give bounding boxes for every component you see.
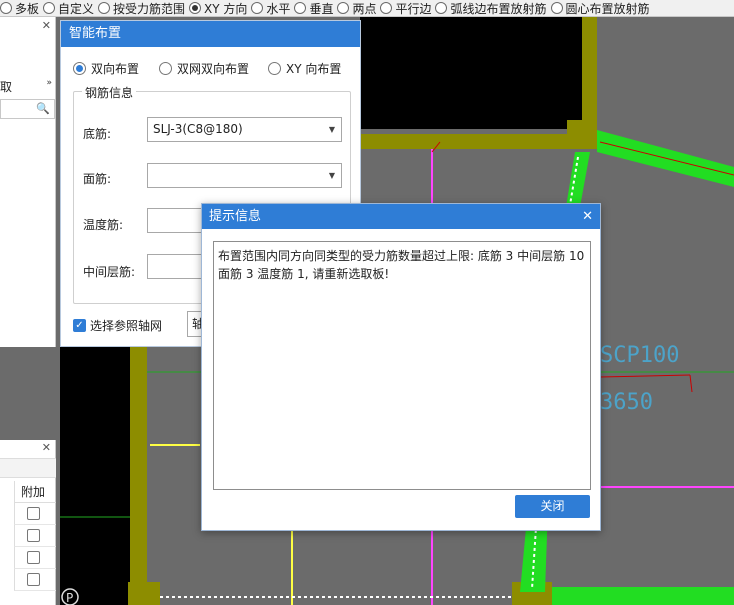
radio-icon[interactable]	[73, 62, 86, 75]
toolbar-option-label: 水平	[266, 1, 291, 16]
toolbar-option-label: XY 方向	[204, 1, 248, 16]
axis-marker-label: P	[66, 591, 73, 605]
mode-radio-label: 双向布置	[91, 62, 140, 76]
close-icon[interactable]: ✕	[582, 204, 593, 229]
mode-radio-bidirectional[interactable]: 双向布置	[73, 60, 139, 77]
bottom-rebar-label: 底筋:	[83, 127, 112, 141]
toolbar-option[interactable]: 平行边	[380, 0, 435, 16]
radio-icon[interactable]	[0, 2, 12, 14]
expand-arrow-icon[interactable]: »	[46, 78, 52, 88]
left-panel-bottom: ✕ 附加	[0, 440, 56, 605]
close-icon[interactable]: ✕	[42, 441, 51, 454]
row-checkbox[interactable]	[27, 551, 40, 564]
toolbar-option-label: 多板	[15, 1, 40, 16]
toolbar-option[interactable]: 垂直	[294, 0, 337, 16]
toolbar-option[interactable]: 按受力筋范围	[98, 0, 189, 16]
canvas-black-area	[60, 347, 130, 605]
chevron-down-icon[interactable]: ▼	[329, 164, 335, 187]
close-icon[interactable]: ✕	[42, 19, 51, 32]
wall-segment	[567, 120, 597, 149]
wall-segment	[360, 134, 597, 149]
canvas-label: 3650	[600, 390, 653, 415]
table-column-header: 附加	[14, 481, 56, 503]
row-checkbox[interactable]	[27, 507, 40, 520]
toolbar-option-label: 圆心布置放射筋	[565, 1, 650, 16]
toolbar-option[interactable]: 多板	[0, 0, 43, 16]
table-row	[14, 547, 56, 569]
left-panel-search-input[interactable]: 🔍	[0, 99, 55, 119]
radio-icon[interactable]	[43, 2, 56, 14]
radio-icon[interactable]	[251, 2, 264, 14]
left-panel-top: ✕ 取 » 🔍	[0, 17, 56, 347]
toolbar-option-label: 平行边	[395, 1, 432, 16]
close-button[interactable]: 关闭	[515, 495, 590, 518]
radio-icon[interactable]	[98, 2, 111, 14]
toolbar-option[interactable]: 自定义	[43, 0, 98, 16]
row-checkbox[interactable]	[27, 529, 40, 542]
table-row	[14, 569, 56, 591]
checkmark-icon[interactable]: ✓	[73, 319, 86, 332]
left-panel-title: 取	[0, 80, 13, 94]
reference-axis-label: 选择参照轴网	[90, 319, 163, 333]
chevron-down-icon[interactable]: ▼	[329, 118, 335, 141]
top-rebar-label: 面筋:	[83, 172, 112, 186]
toolbar-option-label: 按受力筋范围	[113, 1, 186, 16]
table-row	[14, 525, 56, 547]
wall-segment	[582, 17, 597, 137]
bottom-rebar-select[interactable]: SLJ-3(C8@180) ▼	[147, 117, 342, 142]
radio-icon[interactable]	[268, 62, 281, 75]
mode-radio-double-net[interactable]: 双网双向布置	[159, 60, 249, 77]
table-row	[14, 503, 56, 525]
prompt-dialog-title: 提示信息 ✕	[202, 204, 600, 229]
toolbar-option[interactable]: 弧线边布置放射筋	[435, 0, 550, 16]
beam-segment	[552, 587, 734, 605]
radio-icon[interactable]	[435, 2, 448, 14]
rebar-info-group-title: 钢筋信息	[82, 84, 137, 101]
canvas-label: SCP100	[600, 343, 679, 368]
mode-radio-label: 双网双向布置	[177, 62, 250, 76]
prompt-dialog-title-text: 提示信息	[209, 209, 262, 224]
mode-radio-label: XY 向布置	[286, 62, 342, 76]
toolbar-option-label: 自定义	[58, 1, 95, 16]
toolbar-option[interactable]: XY 方向	[189, 0, 251, 16]
toolbar-option[interactable]: 圆心布置放射筋	[550, 0, 654, 16]
prompt-message-box: 布置范围内同方向同类型的受力筋数量超过上限: 底筋 3 中间层筋 10 面筋 3…	[213, 241, 591, 490]
option-toolbar: 多板 自定义 按受力筋范围 XY 方向 水平 垂直 两点 平行边 弧线边布置放射筋 圆心布置放射筋	[0, 0, 734, 17]
smart-layout-dialog-title: 智能布置	[61, 21, 360, 47]
prompt-dialog: 提示信息 ✕ 布置范围内同方向同类型的受力筋数量超过上限: 底筋 3 中间层筋 …	[201, 203, 601, 531]
middle-layer-rebar-label: 中间层筋:	[83, 265, 136, 279]
top-rebar-select[interactable]: ▼	[147, 163, 342, 188]
radio-icon[interactable]	[189, 2, 202, 14]
radio-icon[interactable]	[337, 2, 350, 14]
wall-segment	[128, 582, 160, 605]
canvas-black-area	[360, 17, 582, 129]
row-checkbox[interactable]	[27, 573, 40, 586]
toolbar-option-label: 垂直	[309, 1, 334, 16]
radio-icon[interactable]	[294, 2, 307, 14]
toolbar-option-label: 弧线边布置放射筋	[450, 1, 547, 16]
reference-axis-checkbox[interactable]: ✓ 选择参照轴网	[73, 317, 162, 334]
bottom-rebar-value: SLJ-3(C8@180)	[153, 122, 243, 136]
mode-radio-xy[interactable]: XY 向布置	[268, 60, 341, 77]
toolbar-option[interactable]: 两点	[337, 0, 380, 16]
search-icon[interactable]: 🔍	[36, 102, 50, 115]
radio-icon[interactable]	[159, 62, 172, 75]
toolbar-option-label: 两点	[352, 1, 377, 16]
radio-icon[interactable]	[380, 2, 393, 14]
toolbar-option[interactable]: 水平	[251, 0, 294, 16]
left-panel-bottom-header	[0, 458, 56, 478]
radio-icon[interactable]	[550, 2, 563, 14]
temperature-rebar-label: 温度筋:	[83, 218, 124, 232]
wall-segment	[130, 347, 147, 605]
